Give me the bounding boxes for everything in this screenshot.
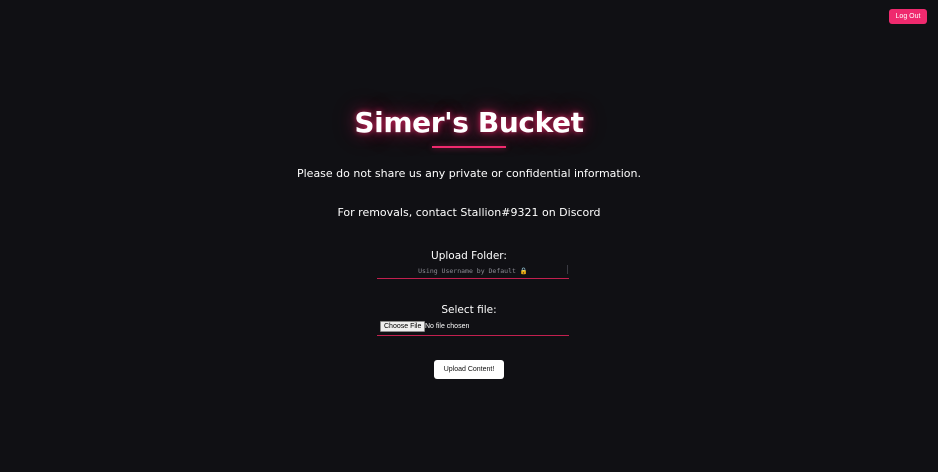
input-edge-marker	[567, 265, 568, 274]
select-file-label: Select file:	[441, 304, 497, 316]
upload-folder-label: Upload Folder:	[431, 250, 507, 262]
choose-file-button[interactable]: Choose File	[380, 321, 426, 332]
removals-notice: For removals, contact Stallion#9321 on D…	[337, 206, 601, 219]
file-input[interactable]: Choose File No file chosen	[377, 320, 569, 336]
title-underline-divider	[432, 146, 506, 148]
privacy-notice: Please do not share us any private or co…	[296, 167, 641, 180]
upload-content-button[interactable]: Upload Content!	[434, 360, 504, 379]
page-title: Simer's Bucket	[354, 106, 584, 139]
logout-button[interactable]: Log Out	[889, 9, 927, 24]
file-status-text: No file chosen	[425, 323, 470, 330]
upload-folder-input[interactable]	[377, 264, 569, 279]
